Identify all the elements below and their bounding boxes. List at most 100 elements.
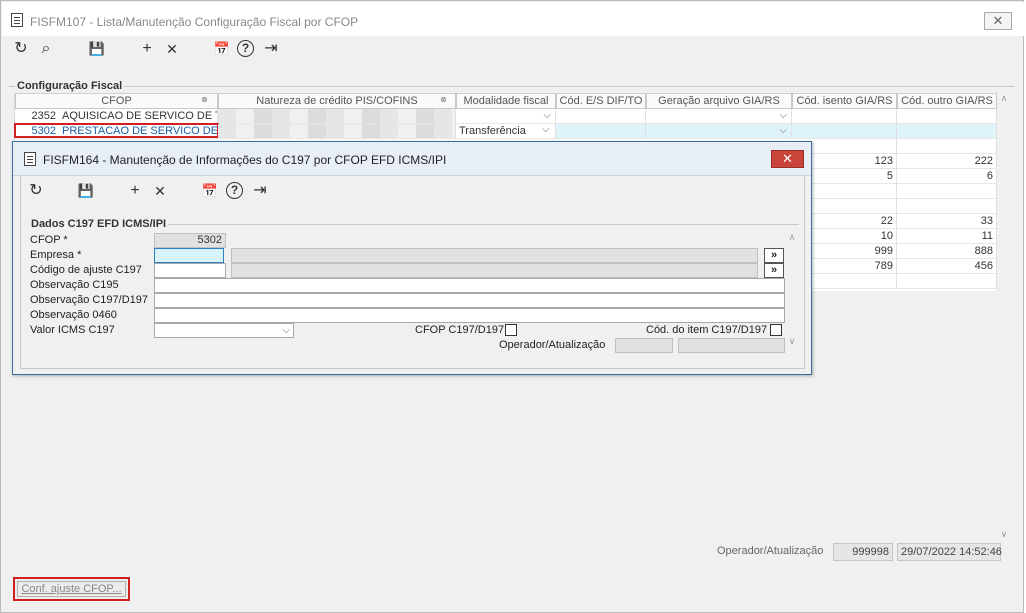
valor-icms-label: Valor ICMS C197 (30, 324, 115, 336)
save-icon[interactable]: 💾 (87, 39, 107, 59)
operador-value: 999998 (833, 543, 893, 561)
chevron-down-icon[interactable]: ⌵ (779, 109, 787, 123)
cfop-desc-cell: AQUISICAO DE SERVICO DE TRA (59, 109, 218, 124)
cfop-c197-label: CFOP C197/D197 (415, 324, 505, 336)
cod-outro-cell: 6 (897, 169, 997, 184)
valor-icms-select[interactable]: ⌵ (154, 323, 294, 338)
empresa-label: Empresa * (30, 249, 82, 261)
cod-item-checkbox[interactable] (770, 324, 782, 336)
geracao-gia-cell[interactable]: ⌵ (646, 124, 792, 139)
geracao-gia-cell[interactable]: ⌵ (646, 109, 792, 124)
scroll-down-icon[interactable]: ∨ (997, 529, 1011, 540)
table-row[interactable] (792, 184, 997, 199)
help-icon[interactable]: ? (226, 182, 243, 199)
empresa-name-field (231, 248, 758, 263)
table-row[interactable]: 10 11 (792, 229, 997, 244)
table-row[interactable]: 999 888 (792, 244, 997, 259)
obs-0460-field[interactable] (154, 308, 785, 323)
column-header-cod-outro[interactable]: Cód. outro GIA/RS (897, 93, 997, 109)
chevron-down-icon[interactable]: ⌵ (282, 324, 290, 337)
cod-item-label: Cód. do item C197/D197 (646, 324, 768, 336)
operador-label: Operador/Atualização (717, 545, 824, 557)
cod-outro-cell: 11 (897, 229, 997, 244)
obs-0460-label: Observação 0460 (30, 309, 117, 321)
empresa-field[interactable] (154, 248, 224, 263)
cod-outro-cell: 222 (897, 154, 997, 169)
cod-isento-cell (792, 109, 897, 124)
column-header-geracao-gia[interactable]: Geração arquivo GIA/RS (646, 93, 792, 109)
scroll-up-icon[interactable]: ∧ (997, 93, 1011, 104)
chevron-down-icon[interactable]: ⌵ (543, 109, 551, 123)
table-row[interactable]: 2352 AQUISICAO DE SERVICO DE TRA ⌵ ⌵ (15, 109, 997, 124)
add-icon[interactable]: + (137, 39, 157, 59)
column-header-cod-isento[interactable]: Cód. isento GIA/RS (792, 93, 897, 109)
cod-outro-cell: 888 (897, 244, 997, 259)
delete-icon[interactable]: ✕ (150, 181, 170, 201)
group-label-configuracao: Configuração Fiscal (15, 80, 125, 92)
add-icon[interactable]: + (125, 181, 145, 201)
save-icon[interactable]: 💾 (76, 181, 96, 201)
dialog-title: FISFM164 - Manutenção de Informações do … (43, 153, 447, 167)
cod-outro-cell (897, 124, 997, 139)
exit-icon[interactable]: ⇥ (261, 39, 281, 59)
column-header-cfop[interactable]: CFOP (15, 93, 218, 109)
refresh-icon[interactable]: ↻ (26, 181, 46, 201)
obs-c195-field[interactable] (154, 278, 785, 293)
column-header-natureza[interactable]: Natureza de crédito PIS/COFINS (218, 93, 456, 109)
dialog-title-bar: FISFM164 - Manutenção de Informações do … (13, 142, 811, 176)
scroll-down-icon[interactable]: ∨ (785, 336, 799, 347)
cod-outro-cell: 456 (897, 259, 997, 274)
column-header-modalidade[interactable]: Modalidade fiscal (456, 93, 556, 109)
dialog-close-button[interactable]: ✕ (771, 150, 804, 168)
table-row-selected[interactable]: 5302 PRESTACAO DE SERVICO DE CO Transfer… (14, 123, 997, 139)
help-icon[interactable]: ? (237, 40, 254, 57)
table-row[interactable] (792, 274, 997, 289)
cod-outro-cell (897, 139, 997, 154)
chevron-down-icon[interactable]: ⌵ (779, 124, 787, 138)
empresa-lookup-button[interactable]: » (764, 248, 784, 263)
window-title: FISFM107 - Lista/Manutenção Configuração… (30, 15, 359, 29)
cod-isento-cell (792, 124, 897, 139)
filter-icon[interactable]: ⊗ (201, 95, 208, 104)
dialog-operador-label: Operador/Atualização (499, 339, 606, 351)
group-label-dados-c197: Dados C197 EFD ICMS/IPI (29, 218, 169, 230)
cfop-label: CFOP * (30, 234, 68, 246)
modalidade-cell[interactable]: Transferência (456, 124, 556, 139)
table-row[interactable]: 22 33 (792, 214, 997, 229)
cod-outro-cell (897, 109, 997, 124)
calendar-icon[interactable]: 📅 (200, 181, 220, 201)
conf-ajuste-cfop-button[interactable]: Conf. ajuste CFOP... (13, 577, 130, 601)
codigo-ajuste-field[interactable] (154, 263, 226, 278)
cfop-c197-checkbox[interactable] (505, 324, 517, 336)
cod-es-cell (556, 124, 646, 139)
delete-icon[interactable]: ✕ (162, 39, 182, 59)
cod-outro-cell: 33 (897, 214, 997, 229)
cfop-field: 5302 (154, 233, 226, 248)
codigo-ajuste-desc-field (231, 263, 758, 278)
close-button[interactable]: ✕ (984, 12, 1012, 30)
dialog-operador-field (615, 338, 673, 353)
chevron-down-icon[interactable]: ⌵ (542, 124, 550, 135)
filter-icon[interactable]: ⊗ (440, 95, 447, 104)
codigo-ajuste-lookup-button[interactable]: » (764, 263, 784, 278)
calendar-icon[interactable]: 📅 (212, 39, 232, 59)
toolbar: ↻ ⌕ 💾 + ✕ 📅 ? ⇥ (1, 39, 301, 61)
table-row[interactable]: 789 456 (792, 259, 997, 274)
obs-c197-field[interactable] (154, 293, 785, 308)
column-header-cod-es[interactable]: Cód. E/S DIF/TO (556, 93, 646, 109)
refresh-icon[interactable]: ↻ (11, 39, 31, 59)
table-row[interactable]: 5 6 (792, 169, 997, 184)
table-row[interactable]: 123 222 (792, 154, 997, 169)
exit-icon[interactable]: ⇥ (250, 181, 270, 201)
cod-outro-cell (897, 184, 997, 199)
search-icon[interactable]: ⌕ (36, 39, 56, 59)
obs-c195-label: Observação C195 (30, 279, 119, 291)
table-row[interactable] (792, 199, 997, 214)
modalidade-cell[interactable]: ⌵ (456, 109, 556, 124)
dialog-body: ↻ 💾 + ✕ 📅 ? ⇥ Dados C197 EFD ICMS/IPI CF… (20, 176, 805, 369)
scroll-up-icon[interactable]: ∧ (785, 232, 799, 243)
c197-dialog: FISFM164 - Manutenção de Informações do … (12, 141, 812, 375)
timestamp-value: 29/07/2022 14:52:46 (897, 543, 1002, 561)
title-bar: FISFM107 - Lista/Manutenção Configuração… (2, 2, 1024, 36)
table-row[interactable] (792, 139, 997, 154)
